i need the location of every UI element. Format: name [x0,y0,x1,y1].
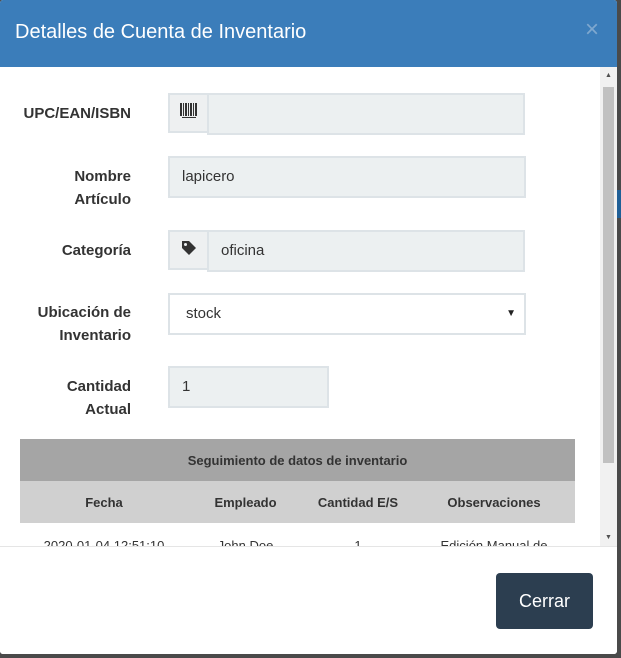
location-select[interactable]: stock ▼ [168,293,526,335]
modal-header: Detalles de Cuenta de Inventario × [0,0,617,67]
tracking-title-row: Seguimiento de datos de inventario [20,439,575,481]
quantity-label: Cantidad Actual [67,375,131,421]
chevron-down-icon: ▼ [506,308,516,319]
upc-input[interactable] [207,93,525,135]
scroll-down-icon[interactable]: ▼ [600,529,617,546]
cell-date: 2020-01-04 12:51:10 [43,537,165,547]
item-name-label-line2: Artículo [74,191,131,208]
table-row: 2020-01-04 12:51:10 John Doe 1 Edición M… [20,523,575,547]
modal-footer: Cerrar [0,546,617,654]
vertical-scrollbar[interactable]: ▲ ▼ [600,67,617,546]
item-name-label: Nombre Artículo [74,165,131,211]
tracking-header-row: Fecha Empleado Cantidad E/S Observacione… [20,481,575,523]
column-header-quantity: Cantidad E/S [303,481,413,523]
location-label: Ubicación de Inventario [38,301,131,347]
barcode-icon [179,102,198,124]
tag-icon [181,240,197,261]
quantity-input[interactable]: 1 [168,366,329,408]
modal-body: UPC/EAN/ISBN Nombre Artículo lapicero Ca… [0,67,617,546]
inventory-tracking-table: Seguimiento de datos de inventario Fecha… [20,439,575,546]
modal-title: Detalles de Cuenta de Inventario [15,21,307,43]
item-name-label-line1: Nombre [74,168,131,185]
cell-quantity: 1 [354,537,362,547]
scroll-up-icon[interactable]: ▲ [600,67,617,84]
upc-addon [168,93,208,133]
close-button[interactable]: Cerrar [496,573,593,629]
category-addon [168,230,208,270]
upc-label: UPC/EAN/ISBN [23,105,131,122]
location-label-line1: Ubicación de [37,304,131,321]
item-name-input[interactable]: lapicero [168,156,526,198]
column-header-date: Fecha [20,481,188,523]
tracking-title: Seguimiento de datos de inventario [20,439,575,481]
cell-notes: Edición Manual de [440,537,548,547]
column-header-employee: Empleado [188,481,303,523]
quantity-label-line1: Cantidad [66,378,131,395]
column-header-notes: Observaciones [413,481,575,523]
scroll-thumb[interactable] [603,87,614,463]
location-label-line2: Inventario [59,327,131,344]
category-input[interactable]: oficina [207,230,525,272]
close-icon[interactable]: × [585,18,599,42]
cell-employee: John Doe [217,537,274,547]
category-label: Categoría [61,242,131,259]
location-selected-value: stock [186,305,222,322]
quantity-label-line2: Actual [85,401,131,418]
inventory-details-modal: Detalles de Cuenta de Inventario × UPC/E… [0,0,617,654]
